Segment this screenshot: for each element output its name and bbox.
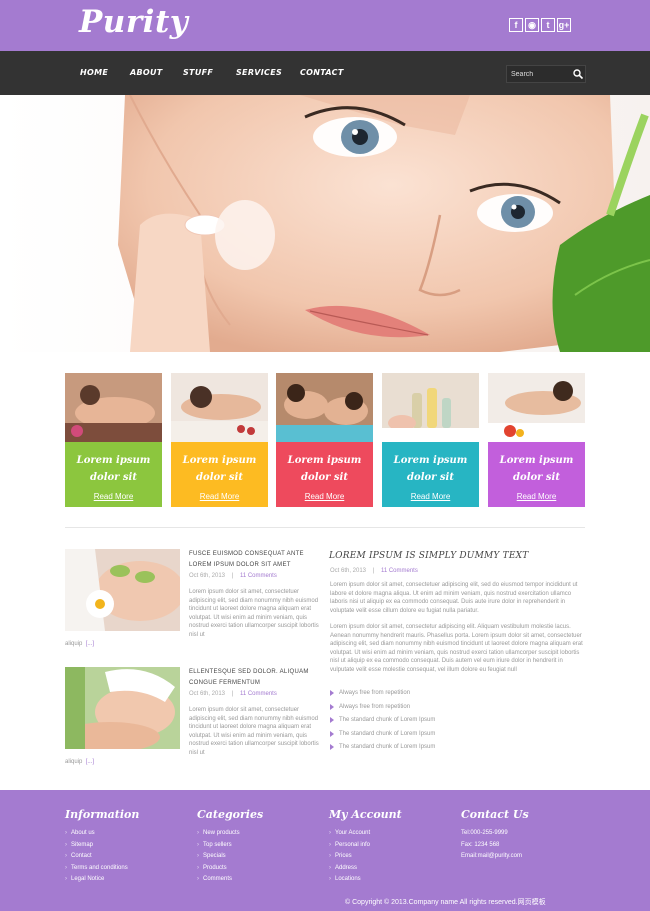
footer-link[interactable]: Personal info — [329, 840, 402, 852]
footer-link[interactable]: Sitemap — [65, 840, 139, 852]
feature-comments-link[interactable]: 11 Comments — [381, 568, 418, 574]
card-caption: Lorem ipsum dolor sit — [76, 455, 151, 483]
footer-contact: Contact Us Tel:000-255-9999 Fax: 1234 56… — [461, 808, 529, 863]
nav-stuff[interactable]: STUFF — [183, 68, 213, 77]
footer-link[interactable]: Contact — [65, 851, 139, 863]
post-title-2[interactable]: ELLENTESQUE SED DOLOR. ALIQUAM CONGUE FE… — [189, 667, 314, 689]
read-more-link[interactable]: Read More — [65, 492, 162, 501]
footer-link[interactable]: New products — [197, 828, 263, 840]
footer-heading: My Account — [329, 808, 402, 821]
top-header: Purity f ◉ t g+ — [0, 0, 650, 51]
footer-link[interactable]: About us — [65, 828, 139, 840]
feature-list-item[interactable]: The standard chunk of Lorem Ipsum — [330, 729, 435, 743]
nav-home[interactable]: HOME — [80, 68, 108, 77]
nav-contact[interactable]: CONTACT — [300, 68, 344, 77]
search-icon[interactable] — [572, 68, 584, 80]
feature-title[interactable]: LOREM IPSUM IS SIMPLY DUMMY TEXT — [329, 551, 528, 561]
copyright: © Copyright © 2013.Company name All righ… — [345, 899, 546, 906]
card-image — [488, 373, 585, 442]
read-more-link[interactable]: Read More — [382, 492, 479, 501]
footer-link[interactable]: Legal Notice — [65, 874, 139, 886]
feature-list-item[interactable]: Always free from repetition — [330, 688, 435, 702]
post-excerpt-1: Lorem ipsum dolor sit amet, consectetuer… — [189, 589, 319, 638]
card-image — [382, 373, 479, 442]
card-image — [276, 373, 373, 442]
post-title-1[interactable]: FUSCE EUISMOD CONSEQUAT ANTE LOREM IPSUM… — [189, 549, 314, 571]
post-image-1[interactable] — [65, 549, 180, 631]
footer-my-account: My Account Your Account Personal info Pr… — [329, 808, 402, 886]
meta-separator: | — [231, 691, 234, 697]
meta-separator: | — [231, 573, 234, 579]
feature-paragraph-1: Lorem ipsum dolor sit amet, consectetuer… — [330, 582, 578, 614]
service-card-4: Lorem ipsum dolor sit Read More — [382, 373, 479, 507]
post-continue-2: aliquip [...] — [65, 759, 95, 765]
hero-banner — [0, 95, 650, 352]
post-date: Oct 6th, 2013 — [189, 573, 226, 579]
feature-paragraph-2: Lorem ipsum dolor sit amet, consectetur … — [330, 624, 583, 673]
search-input[interactable] — [511, 68, 569, 80]
card-caption: Lorem ipsum dolor sit — [393, 455, 468, 483]
footer-link[interactable]: Top sellers — [197, 840, 263, 852]
post-excerpt-2: Lorem ipsum dolor sit amet, consectetuer… — [189, 707, 319, 756]
rss-icon[interactable]: ◉ — [525, 18, 539, 32]
footer-heading: Contact Us — [461, 808, 529, 821]
feature-list-item[interactable]: The standard chunk of Lorem Ipsum — [330, 715, 435, 729]
read-more-link[interactable]: Read More — [171, 492, 268, 501]
section-divider — [65, 527, 585, 528]
post-continue-1: aliquip [...] — [65, 641, 95, 647]
search-box — [506, 65, 586, 83]
card-caption: Lorem ipsum dolor sit — [499, 455, 574, 483]
footer-heading: Categories — [197, 808, 264, 821]
post-meta-1: Oct 6th, 2013 | 11 Comments — [189, 573, 277, 579]
service-card-2: Lorem ipsum dolor sit Read More — [171, 373, 268, 507]
contact-fax: Fax: 1234 568 — [461, 841, 500, 848]
hero-face-image — [0, 95, 650, 352]
contact-phone: Tel:000-255-9999 — [461, 830, 508, 836]
read-more-ellipsis[interactable]: [...] — [86, 641, 94, 647]
service-card-5: Lorem ipsum dolor sit Read More — [488, 373, 585, 507]
footer-categories: Categories New products Top sellers Spec… — [197, 808, 263, 886]
post-meta-2: Oct 6th, 2013 | 11 Comments — [189, 691, 277, 697]
social-links: f ◉ t g+ — [509, 18, 571, 32]
footer-link[interactable]: Address — [329, 863, 402, 875]
card-image — [171, 373, 268, 442]
read-more-link[interactable]: Read More — [488, 492, 585, 501]
service-card-1: Lorem ipsum dolor sit Read More — [65, 373, 162, 507]
service-card-3: Lorem ipsum dolor sit Read More — [276, 373, 373, 507]
read-more-link[interactable]: Read More — [276, 492, 373, 501]
feature-list: Always free from repetition Always free … — [330, 688, 435, 756]
post-comments-link[interactable]: 11 Comments — [240, 691, 277, 697]
card-caption: Lorem ipsum dolor sit — [287, 455, 362, 483]
footer-link[interactable]: Comments — [197, 874, 263, 886]
post-date: Oct 6th, 2013 — [189, 691, 226, 697]
footer-link[interactable]: Prices — [329, 851, 402, 863]
footer-link[interactable]: Locations — [329, 874, 402, 886]
post-image-2[interactable] — [65, 667, 180, 749]
footer-link[interactable]: Specials — [197, 851, 263, 863]
site-logo[interactable]: Purity — [79, 4, 188, 40]
feature-date: Oct 6th, 2013 — [330, 568, 367, 574]
card-image — [65, 373, 162, 442]
footer-heading: Information — [65, 808, 140, 821]
footer-link[interactable]: Terms and conditions — [65, 863, 139, 875]
googleplus-icon[interactable]: g+ — [557, 18, 571, 32]
nav-services[interactable]: SERVICES — [236, 68, 282, 77]
footer-information: Information About us Sitemap Contact Ter… — [65, 808, 139, 886]
card-caption: Lorem ipsum dolor sit — [182, 455, 257, 483]
feature-meta: Oct 6th, 2013 | 11 Comments — [330, 568, 418, 574]
contact-email[interactable]: Email:mail@purity.com — [461, 851, 529, 863]
feature-list-item[interactable]: The standard chunk of Lorem Ipsum — [330, 742, 435, 756]
footer-link[interactable]: Your Account — [329, 828, 402, 840]
meta-separator: | — [372, 568, 375, 574]
feature-list-item[interactable]: Always free from repetition — [330, 702, 435, 716]
post-comments-link[interactable]: 11 Comments — [240, 573, 277, 579]
read-more-ellipsis[interactable]: [...] — [86, 759, 94, 765]
nav-about[interactable]: ABOUT — [130, 68, 163, 77]
twitter-icon[interactable]: t — [541, 18, 555, 32]
facebook-icon[interactable]: f — [509, 18, 523, 32]
footer-link[interactable]: Products — [197, 863, 263, 875]
